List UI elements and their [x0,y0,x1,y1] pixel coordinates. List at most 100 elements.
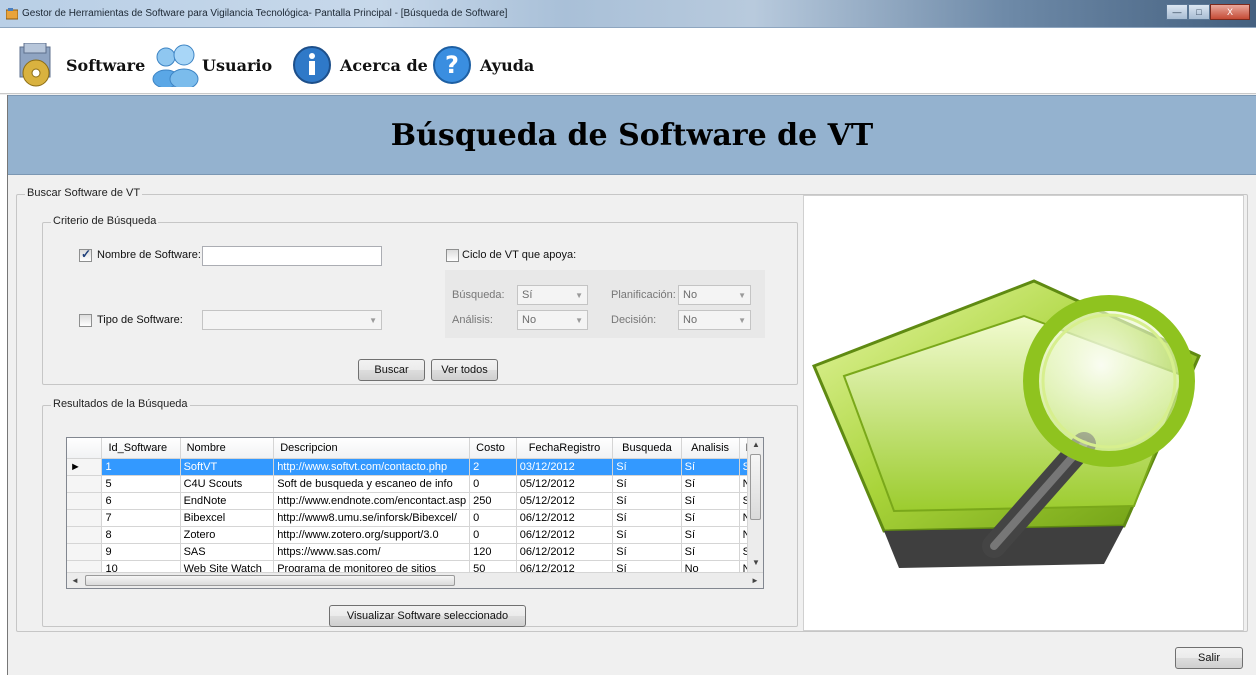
cell-id[interactable]: 5 [101,475,181,493]
cell-costo[interactable]: 0 [469,475,517,493]
cell-analisis[interactable]: Sí [681,492,740,510]
name-checkbox[interactable] [79,247,92,262]
scroll-right-icon[interactable]: ► [751,576,759,585]
header-band: Búsqueda de Software de VT [8,95,1256,175]
cell-fecha[interactable]: 05/12/2012 [516,492,614,510]
table-row[interactable]: 8 Zotero http://www.zotero.org/support/3.0… [67,526,763,544]
cell-costo[interactable]: 0 [469,509,517,527]
cell-busqueda[interactable]: Sí [612,458,682,476]
column-header-id[interactable]: Id_Software [101,438,181,459]
scroll-down-icon[interactable]: ▼ [752,558,760,567]
cell-fecha[interactable]: 06/12/2012 [516,509,614,527]
view-selected-button[interactable]: Visualizar Software seleccionado [329,605,526,627]
name-label: Nombre de Software: [97,249,201,261]
cell-analisis[interactable]: Sí [681,509,740,527]
cell-nombre[interactable]: Bibexcel [180,509,275,527]
busqueda-select[interactable]: Sí ▼ [517,285,588,305]
maximize-button[interactable]: □ [1188,4,1210,20]
table-row[interactable]: 6 EndNote http://www.endnote.com/encontact… [67,492,763,510]
column-header-costo[interactable]: Costo [469,438,517,459]
column-header-nombre[interactable]: Nombre [180,438,275,459]
table-row[interactable]: 5 C4U Scouts Soft de busqueda y escaneo de… [67,475,763,493]
analisis-select[interactable]: No ▼ [517,310,588,330]
exit-button[interactable]: Salir [1175,647,1243,669]
menu-item-ayuda[interactable]: ? Ayuda [430,40,534,90]
table-row[interactable]: ► 1 SoftVT http://www.softvt.com/contacto.p… [67,458,763,476]
scroll-left-icon[interactable]: ◄ [71,576,79,585]
row-header[interactable]: ► [67,458,103,476]
menu-item-usuario[interactable]: Usuario [152,40,272,90]
search-button[interactable]: Buscar [358,359,425,381]
cell-busqueda[interactable]: Sí [612,492,682,510]
minimize-button[interactable]: — [1166,4,1188,20]
show-all-button[interactable]: Ver todos [431,359,498,381]
column-header-analisis[interactable]: Analisis [681,438,740,459]
column-header-descripcion[interactable]: Descripcion [273,438,471,459]
row-header[interactable] [67,526,103,544]
search-groupbox-title: Buscar Software de VT [25,187,143,199]
cell-nombre[interactable]: SAS [180,543,275,561]
cell-id[interactable]: 7 [101,509,181,527]
cell-nombre[interactable]: EndNote [180,492,275,510]
column-header-fecha[interactable]: FechaRegistro [516,438,614,459]
column-header-busqueda[interactable]: Busqueda [612,438,682,459]
cell-analisis[interactable]: Sí [681,458,740,476]
cell-nombre[interactable]: C4U Scouts [180,475,275,493]
cell-fecha[interactable]: 03/12/2012 [516,458,614,476]
grid-vertical-scrollbar[interactable]: ▲ ▼ [747,438,763,572]
row-header[interactable] [67,475,103,493]
cell-busqueda[interactable]: Sí [612,475,682,493]
criteria-groupbox-title: Criterio de Búsqueda [51,215,159,227]
cell-costo[interactable]: 250 [469,492,517,510]
page-title: Búsqueda de Software de VT [390,117,874,153]
grid-horizontal-scrollbar[interactable]: ◄ ► [67,572,763,588]
grid-header-row: Id_Software Nombre Descripcion Costo Fec… [67,438,763,459]
cell-descripcion[interactable]: http://www.zotero.org/support/3.0 [273,526,471,544]
cell-id[interactable]: 8 [101,526,181,544]
cell-analisis[interactable]: Sí [681,475,740,493]
row-header[interactable] [67,492,103,510]
cell-descripcion[interactable]: http://www.softvt.com/contacto.php [273,458,471,476]
cell-costo[interactable]: 0 [469,526,517,544]
type-select[interactable]: ▼ [202,310,382,330]
grid-corner-header[interactable] [67,438,103,459]
row-header[interactable] [67,543,103,561]
cell-busqueda[interactable]: Sí [612,526,682,544]
scroll-up-icon[interactable]: ▲ [752,440,760,449]
folder-image-panel [803,195,1244,631]
cell-costo[interactable]: 2 [469,458,517,476]
planificacion-select[interactable]: No ▼ [678,285,751,305]
table-row[interactable]: 7 Bibexcel http://www8.umu.se/inforsk/Bibe… [67,509,763,527]
cell-busqueda[interactable]: Sí [612,543,682,561]
cell-id[interactable]: 6 [101,492,181,510]
cell-nombre[interactable]: Zotero [180,526,275,544]
cell-costo[interactable]: 120 [469,543,517,561]
menu-item-acerca[interactable]: Acerca de [290,40,428,90]
vertical-scroll-thumb[interactable] [750,454,761,520]
cell-fecha[interactable]: 06/12/2012 [516,526,614,544]
cell-fecha[interactable]: 06/12/2012 [516,543,614,561]
table-row[interactable]: 9 SAS https://www.sas.com/120 06/12/2012 Sí S… [67,543,763,561]
horizontal-scroll-thumb[interactable] [85,575,455,586]
cell-busqueda[interactable]: Sí [612,509,682,527]
cell-descripcion[interactable]: http://www.endnote.com/encontact.asp [273,492,471,510]
row-header[interactable] [67,509,103,527]
cell-id[interactable]: 9 [101,543,181,561]
menu-item-software[interactable]: Software [16,40,145,90]
cell-analisis[interactable]: Sí [681,543,740,561]
cell-descripcion[interactable]: http://www8.umu.se/inforsk/Bibexcel/ [273,509,471,527]
menu-label-ayuda: Ayuda [480,55,535,75]
cell-analisis[interactable]: Sí [681,526,740,544]
cell-descripcion[interactable]: https://www.sas.com/ [273,543,471,561]
name-input[interactable] [202,246,382,266]
cycle-checkbox[interactable] [446,249,459,262]
results-grid[interactable]: Id_Software Nombre Descripcion Costo Fec… [66,437,764,589]
cell-nombre[interactable]: SoftVT [180,458,275,476]
cell-fecha[interactable]: 05/12/2012 [516,475,614,493]
type-checkbox[interactable] [79,314,92,327]
cell-descripcion[interactable]: Soft de busqueda y escaneo de info [273,475,471,493]
close-button[interactable]: X [1210,4,1250,20]
decision-select[interactable]: No ▼ [678,310,751,330]
cell-id[interactable]: 1 [101,458,181,476]
menu-label-software: Software [66,55,146,75]
